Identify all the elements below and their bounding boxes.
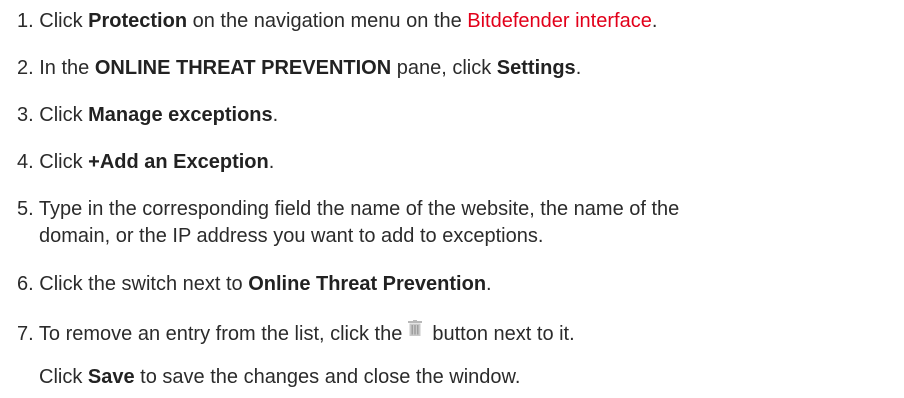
step-text: Click: [39, 10, 89, 32]
settings-label: Settings: [496, 57, 576, 79]
step-text: To remove an entry from the list, click …: [38, 323, 403, 345]
step-text: button next to it.: [432, 323, 575, 345]
step-text: to save the changes and close the window…: [134, 366, 521, 388]
final-instruction: Click Save to save the changes and close…: [39, 364, 520, 390]
step-6: 6. Click the switch next to Online Threa…: [17, 271, 492, 297]
step-2: 2. In the ONLINE THREAT PREVENTION pane,…: [17, 55, 581, 81]
step-text: .: [272, 104, 279, 126]
save-label: Save: [87, 366, 135, 388]
step-text: .: [268, 151, 275, 173]
step-text: Type in the corresponding field the name…: [38, 198, 680, 220]
step-7: 7. To remove an entry from the list, cli…: [17, 320, 575, 347]
step-1: 1. Click Protection on the navigation me…: [17, 8, 657, 34]
step-text: Click the switch next to: [39, 273, 249, 295]
step-text: domain, or the IP address you want to ad…: [39, 225, 544, 247]
online-threat-prevention-label: Online Threat Prevention: [248, 273, 487, 295]
step-text: .: [486, 273, 492, 295]
step-5: 5. Type in the corresponding field the n…: [17, 196, 679, 222]
step-number: 7.: [17, 323, 34, 345]
step-4: 4. Click +Add an Exception.: [17, 149, 274, 175]
step-text: In the: [39, 57, 95, 79]
trash-icon: [408, 320, 423, 336]
step-number: 1.: [17, 10, 34, 32]
manage-exceptions-label: Manage exceptions: [88, 104, 273, 126]
step-5-continuation: domain, or the IP address you want to ad…: [39, 223, 543, 249]
bitdefender-interface-link[interactable]: Bitdefender interface: [467, 10, 652, 32]
step-text: Click: [39, 151, 89, 173]
instructions-document: 1. Click Protection on the navigation me…: [0, 0, 904, 398]
pane-name: ONLINE THREAT PREVENTION: [94, 57, 392, 79]
step-text: on the navigation menu on the: [187, 10, 468, 32]
step-text: .: [651, 10, 658, 32]
step-3: 3. Click Manage exceptions.: [17, 102, 278, 128]
step-text: Click: [39, 104, 89, 126]
step-number: 4.: [17, 151, 34, 173]
step-text: .: [575, 57, 582, 79]
step-number: 5.: [17, 198, 34, 220]
step-number: 6.: [17, 273, 34, 295]
add-exception-label: +Add an Exception: [88, 151, 269, 173]
menu-item-protection: Protection: [88, 10, 188, 32]
step-number: 3.: [17, 104, 34, 126]
step-number: 2.: [17, 57, 34, 79]
step-text: Click: [39, 366, 88, 388]
step-text: pane, click: [391, 57, 497, 79]
